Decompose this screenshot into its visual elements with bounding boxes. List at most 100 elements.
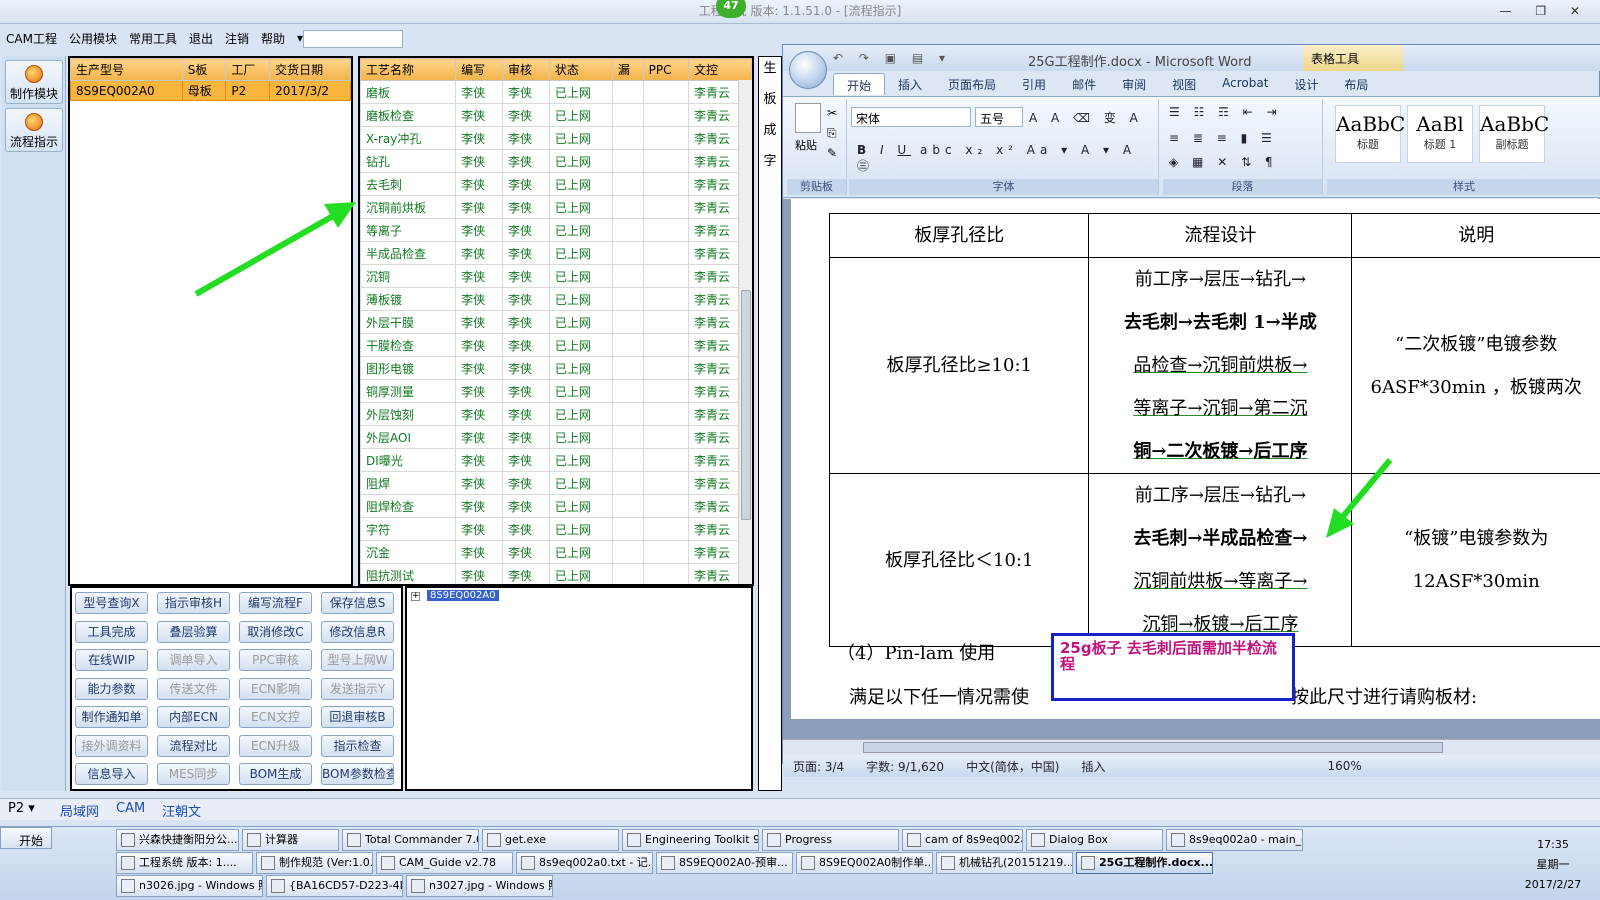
table-cell[interactable] (611, 563, 644, 584)
table-cell[interactable]: 已上网 (548, 80, 613, 104)
table-cell[interactable]: 已上网 (548, 425, 613, 449)
table-cell[interactable]: 已上网 (548, 448, 613, 472)
table-cell[interactable]: 已上网 (548, 310, 613, 334)
table-cell[interactable]: 李侠 (501, 471, 550, 495)
action-button[interactable]: PPC审核 (239, 649, 312, 671)
table-cell[interactable]: 李侠 (501, 195, 550, 219)
style-gallery-item[interactable]: AaBbC 副标题 (1479, 105, 1549, 163)
table-cell[interactable]: 等离子 (360, 218, 457, 242)
table-row[interactable]: 图形电镀 李侠 李侠 已上网 李青云 (360, 356, 752, 380)
action-button[interactable]: 指示审核H (157, 592, 230, 614)
font-format-buttons[interactable]: B I U abc x₂ x² Aa ▾ A ▾ A ㊂ (857, 143, 1158, 174)
table-cell[interactable] (611, 172, 644, 196)
ribbon-tab[interactable]: 开始 (833, 73, 886, 95)
process-grid-header[interactable]: PPC (642, 58, 689, 81)
action-button[interactable]: 工具完成 (75, 620, 148, 643)
table-cell[interactable] (642, 149, 689, 173)
table-row[interactable]: 去毛刺 李侠 李侠 已上网 李青云 (360, 172, 752, 196)
table-cell[interactable]: 已上网 (548, 563, 613, 584)
action-button[interactable]: 型号上网W (321, 649, 394, 671)
table-cell[interactable]: 去毛刺 (360, 172, 457, 196)
taskbar-item[interactable]: Engineering Toolkit 9.... (622, 829, 759, 851)
table-cell[interactable]: 李侠 (455, 310, 503, 334)
table-cell[interactable]: 薄板镀 (360, 287, 457, 311)
table-cell[interactable]: 李侠 (455, 218, 503, 242)
table-cell[interactable] (642, 103, 689, 127)
taskbar-item[interactable]: 25G工程制作.docx... (1076, 852, 1213, 874)
tree-node-root[interactable]: 8S9EQ002A0 (427, 590, 499, 601)
process-grid-header[interactable]: 文控 (687, 58, 752, 81)
table-row[interactable]: DI曝光 李侠 李侠 已上网 李青云 (360, 448, 752, 472)
taskbar-item[interactable]: n3026.jpg - Windows 照... (116, 875, 263, 897)
word-count[interactable]: 字数: 9/1,620 (866, 758, 944, 775)
action-button[interactable]: 发送指示Y (321, 677, 394, 700)
table-cell[interactable]: 已上网 (548, 195, 613, 219)
action-button[interactable]: 能力参数 (75, 677, 148, 700)
action-button[interactable]: ECN影响 (239, 677, 312, 700)
table-cell[interactable]: 8S9EQ002A0 (70, 80, 183, 101)
table-cell[interactable]: 图形电镀 (360, 356, 457, 380)
zoom-level[interactable]: 160% (1327, 759, 1361, 773)
table-cell[interactable]: P2 (225, 80, 271, 101)
ribbon-tab[interactable]: 页面布局 (935, 73, 1009, 95)
table-cell[interactable] (611, 241, 644, 265)
ribbon-tab[interactable]: 设计 (1281, 73, 1331, 95)
taskbar-item[interactable]: 兴森快捷衡阳分公... (116, 829, 239, 851)
tree-expand-icon[interactable]: + (411, 592, 420, 601)
table-row[interactable]: 阻焊 李侠 李侠 已上网 李青云 (360, 471, 752, 495)
table-cell[interactable]: 李侠 (501, 126, 550, 150)
table-cell[interactable]: 干膜检查 (360, 333, 457, 357)
table-cell[interactable]: 李侠 (455, 494, 503, 518)
taskbar-item[interactable]: 计算器 (242, 829, 339, 851)
menu-common-tools[interactable]: 常用工具 (129, 30, 177, 47)
table-cell[interactable]: 李侠 (501, 287, 550, 311)
table-cell[interactable] (611, 126, 644, 150)
table-cell[interactable]: 已上网 (548, 494, 613, 518)
table-cell[interactable]: 李侠 (501, 494, 550, 518)
action-button[interactable]: 修改信息R (321, 620, 394, 643)
action-button[interactable]: 传送文件 (157, 677, 230, 700)
list-buttons[interactable]: ☰ ☷ ☶ ⇤ ⇥ (1169, 105, 1282, 119)
ribbon-tab[interactable]: 邮件 (1059, 73, 1109, 95)
table-row[interactable]: 外层蚀刻 李侠 李侠 已上网 李青云 (360, 402, 752, 426)
ribbon-tab[interactable]: 布局 (1331, 73, 1381, 95)
table-cell[interactable]: 李侠 (455, 448, 503, 472)
model-grid-header[interactable]: S板 (181, 58, 227, 81)
taskbar-item[interactable]: get.exe (482, 829, 619, 851)
scrollbar-thumb[interactable] (741, 290, 751, 520)
table-cell[interactable]: 李侠 (501, 540, 550, 564)
taskbar-item[interactable]: 8S9EQ002A0制作单... (796, 852, 933, 874)
action-button[interactable]: 保存信息S (321, 592, 394, 614)
table-cell[interactable]: 李侠 (501, 517, 550, 541)
table-cell[interactable]: 已上网 (548, 103, 613, 127)
taskbar-item[interactable]: 制作规范 (Ver:1.0.6) (256, 852, 373, 874)
table-cell[interactable]: 李侠 (501, 310, 550, 334)
action-button[interactable]: 回退审核B (321, 706, 394, 728)
table-cell[interactable]: 已上网 (548, 172, 613, 196)
action-button[interactable]: ECN升级 (239, 734, 312, 757)
ribbon-tab[interactable]: 插入 (885, 73, 935, 95)
nav-flow-guide-button[interactable]: 流程指示 (5, 108, 63, 152)
table-cell[interactable]: 李侠 (455, 563, 503, 584)
action-button[interactable]: 制作通知单 (75, 706, 148, 728)
table-cell[interactable]: DI曝光 (360, 448, 457, 472)
table-cell[interactable]: X-ray冲孔 (360, 126, 457, 150)
table-cell[interactable]: 李侠 (501, 241, 550, 265)
table-cell[interactable]: 李侠 (455, 80, 503, 104)
table-cell[interactable] (611, 425, 644, 449)
cut-copy-icons[interactable]: ✂ ⎘ ✎ (827, 103, 837, 163)
taskbar-item[interactable]: cam of 8s9eq002a0 (902, 829, 1023, 851)
table-cell[interactable]: 李侠 (501, 356, 550, 380)
taskbar-item[interactable]: Dialog Box (1026, 829, 1163, 851)
table-cell[interactable] (611, 333, 644, 357)
table-cell[interactable]: 李侠 (501, 333, 550, 357)
window-controls[interactable]: — ❐ ✕ (1500, 0, 1590, 22)
table-cell[interactable]: 李侠 (501, 172, 550, 196)
table-cell[interactable] (642, 517, 689, 541)
table-cell[interactable]: 已上网 (548, 356, 613, 380)
table-cell[interactable] (611, 402, 644, 426)
action-button[interactable]: 编写流程F (239, 592, 312, 614)
table-cell[interactable]: 李侠 (455, 195, 503, 219)
table-cell[interactable] (642, 333, 689, 357)
table-row[interactable]: 半成品检查 李侠 李侠 已上网 李青云 (360, 241, 752, 265)
